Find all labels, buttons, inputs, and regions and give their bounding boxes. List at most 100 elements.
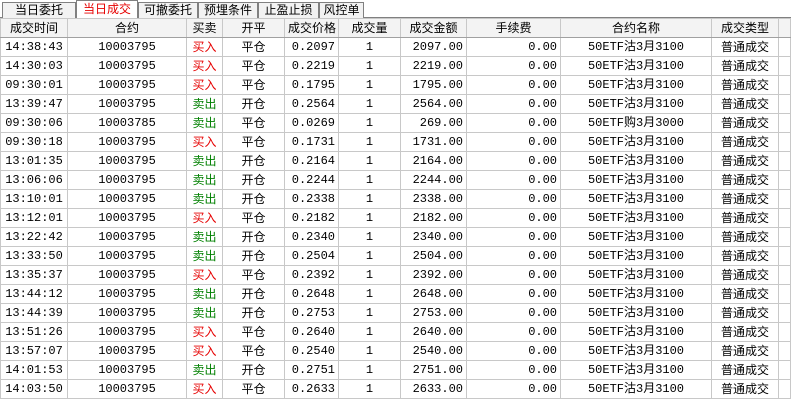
cell-contract: 10003795 [67,132,187,152]
cell-fee: 0.00 [466,75,561,95]
table-row[interactable]: 14:01:53 10003795 卖出 开仓 0.2751 1 2751.00 0.00 50… [0,360,791,380]
cell-contract: 10003795 [67,37,187,57]
cell-side: 买入 [186,132,223,152]
table-row[interactable]: 13:44:12 10003795 卖出 开仓 0.2648 1 2648.00 0.00 50… [0,284,791,304]
cell-contract: 10003795 [67,360,187,380]
cell-open-close: 平仓 [222,208,285,228]
cell-contract: 10003795 [67,379,187,399]
tab-today-orders[interactable]: 当日委托 [2,2,76,18]
cell-trade-time: 13:22:42 [0,227,68,247]
cell-price: 0.2392 [284,265,339,285]
cell-contract: 10003795 [67,170,187,190]
cell-amount: 2564.00 [400,94,467,114]
table-row[interactable]: 14:38:43 10003795 买入 平仓 0.2097 1 2097.00 0.00 50… [0,37,791,57]
cell-fee: 0.00 [466,303,561,323]
cell-trade-time: 13:57:07 [0,341,68,361]
tab-preset-conditions[interactable]: 预埋条件 [198,2,258,18]
cell-filler [778,322,791,342]
cell-price: 0.2164 [284,151,339,171]
trades-table-container[interactable]: 成交时间 合约 买卖 开平 成交价格 成交量 成交金额 手续费 合约名称 成交类… [0,18,791,401]
cell-trade-time: 14:01:53 [0,360,68,380]
table-row[interactable]: 13:35:37 10003795 买入 平仓 0.2392 1 2392.00 0.00 50… [0,265,791,285]
trades-table: 成交时间 合约 买卖 开平 成交价格 成交量 成交金额 手续费 合约名称 成交类… [0,18,791,399]
cell-qty: 1 [338,227,401,247]
table-row[interactable]: 09:30:06 10003785 卖出 平仓 0.0269 1 269.00 0.00 50E… [0,113,791,133]
cell-trade-time: 14:03:50 [0,379,68,399]
cell-contract: 10003795 [67,246,187,266]
cell-amount: 2540.00 [400,341,467,361]
cell-filler [778,341,791,361]
cell-open-close: 开仓 [222,360,285,380]
column-header-trade-time[interactable]: 成交时间 [0,18,68,38]
column-header-open-close[interactable]: 开平 [222,18,285,38]
table-row[interactable]: 13:12:01 10003795 买入 平仓 0.2182 1 2182.00 0.00 50… [0,208,791,228]
cell-side: 卖出 [186,189,223,209]
cell-trade-type: 普通成交 [711,189,779,209]
cell-filler [778,151,791,171]
cell-trade-time: 13:06:06 [0,170,68,190]
table-row[interactable]: 13:06:06 10003795 卖出 开仓 0.2244 1 2244.00 0.00 50… [0,170,791,190]
cell-trade-type: 普通成交 [711,227,779,247]
table-row[interactable]: 13:44:39 10003795 卖出 开仓 0.2753 1 2753.00 0.00 50… [0,303,791,323]
cell-contract-name: 50ETF沽3月3100 [560,94,712,114]
cell-price: 0.2340 [284,227,339,247]
table-body: 14:38:43 10003795 买入 平仓 0.2097 1 2097.00 0.00 50… [0,37,791,399]
cell-fee: 0.00 [466,265,561,285]
cell-trade-type: 普通成交 [711,265,779,285]
column-header-contract[interactable]: 合约 [67,18,187,38]
cell-trade-type: 普通成交 [711,379,779,399]
cell-trade-type: 普通成交 [711,75,779,95]
column-header-filler [778,18,791,38]
table-row[interactable]: 09:30:01 10003795 买入 平仓 0.1795 1 1795.00 0.00 50… [0,75,791,95]
column-header-qty[interactable]: 成交量 [338,18,401,38]
cell-side: 买入 [186,75,223,95]
cell-open-close: 平仓 [222,75,285,95]
cell-contract-name: 50ETF沽3月3100 [560,208,712,228]
column-header-fee[interactable]: 手续费 [466,18,561,38]
cell-filler [778,37,791,57]
table-row[interactable]: 13:57:07 10003795 买入 平仓 0.2540 1 2540.00 0.00 50… [0,341,791,361]
cell-trade-type: 普通成交 [711,170,779,190]
table-row[interactable]: 13:51:26 10003795 买入 平仓 0.2640 1 2640.00 0.00 50… [0,322,791,342]
table-row[interactable]: 14:30:03 10003795 买入 平仓 0.2219 1 2219.00 0.00 50… [0,56,791,76]
table-row[interactable]: 13:22:42 10003795 卖出 开仓 0.2340 1 2340.00 0.00 50… [0,227,791,247]
cell-contract-name: 50ETF沽3月3100 [560,151,712,171]
cell-open-close: 开仓 [222,94,285,114]
column-header-price[interactable]: 成交价格 [284,18,339,38]
cell-contract-name: 50ETF沽3月3100 [560,37,712,57]
cell-amount: 2338.00 [400,189,467,209]
cell-contract: 10003795 [67,284,187,304]
cell-trade-time: 09:30:01 [0,75,68,95]
tab-cancelable-orders[interactable]: 可撤委托 [138,2,198,18]
column-header-contract-name[interactable]: 合约名称 [560,18,712,38]
tab-today-trades[interactable]: 当日成交 [76,0,138,18]
cell-open-close: 平仓 [222,265,285,285]
table-row[interactable]: 13:33:50 10003795 卖出 开仓 0.2504 1 2504.00 0.00 50… [0,246,791,266]
table-row[interactable]: 13:01:35 10003795 卖出 开仓 0.2164 1 2164.00 0.00 50… [0,151,791,171]
cell-filler [778,170,791,190]
column-header-trade-type[interactable]: 成交类型 [711,18,779,38]
cell-amount: 2097.00 [400,37,467,57]
cell-filler [778,265,791,285]
tab-risk-control-orders[interactable]: 风控单 [319,2,364,18]
table-row[interactable]: 14:03:50 10003795 买入 平仓 0.2633 1 2633.00 0.00 50… [0,379,791,399]
cell-contract: 10003795 [67,341,187,361]
cell-filler [778,94,791,114]
cell-filler [778,189,791,209]
cell-side: 卖出 [186,246,223,266]
cell-amount: 2751.00 [400,360,467,380]
cell-trade-time: 13:51:26 [0,322,68,342]
cell-fee: 0.00 [466,227,561,247]
column-header-amount[interactable]: 成交金额 [400,18,467,38]
table-row[interactable]: 09:30:18 10003795 买入 平仓 0.1731 1 1731.00 0.00 50… [0,132,791,152]
cell-trade-type: 普通成交 [711,37,779,57]
cell-trade-time: 14:30:03 [0,56,68,76]
cell-qty: 1 [338,322,401,342]
tab-take-profit-stop-loss[interactable]: 止盈止损 [258,2,319,18]
cell-contract: 10003785 [67,113,187,133]
table-row[interactable]: 13:10:01 10003795 卖出 开仓 0.2338 1 2338.00 0.00 50… [0,189,791,209]
cell-side: 卖出 [186,360,223,380]
cell-qty: 1 [338,265,401,285]
column-header-side[interactable]: 买卖 [186,18,223,38]
table-row[interactable]: 13:39:47 10003795 卖出 开仓 0.2564 1 2564.00 0.00 50… [0,94,791,114]
